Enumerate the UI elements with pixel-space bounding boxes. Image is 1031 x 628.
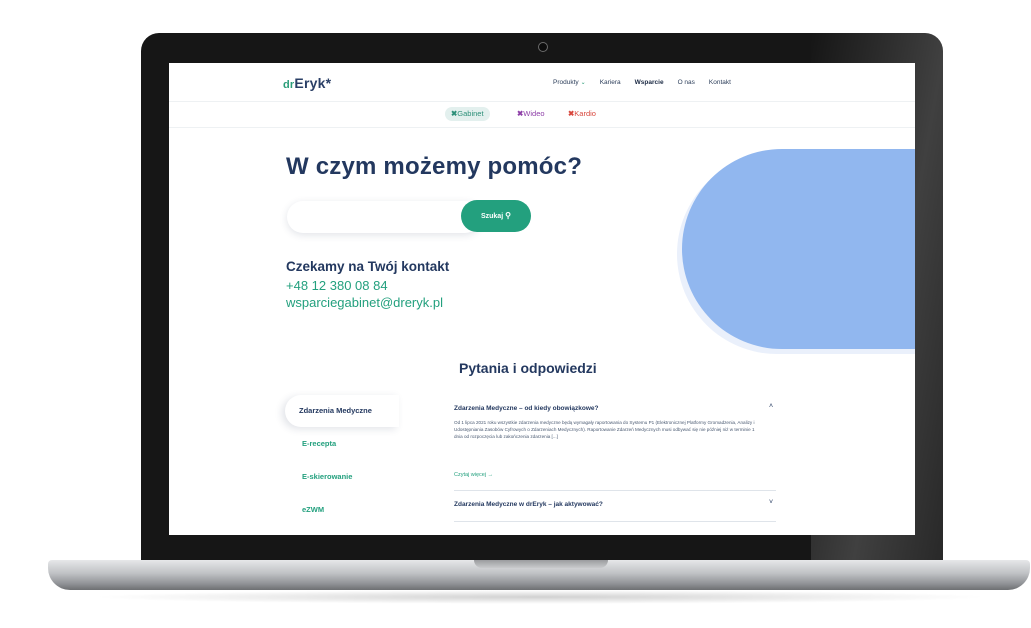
arrow-right-icon: →: [487, 472, 494, 478]
faq-divider: [454, 521, 776, 522]
laptop-notch: [474, 560, 608, 568]
product-gabinet[interactable]: ✖Gabinet: [445, 107, 490, 121]
product-kardio-label: Kardio: [574, 109, 596, 118]
main-nav: Produkty ⌄ Kariera Wsparcie O nas Kontakt: [553, 79, 731, 86]
product-wideo-label: Wideo: [523, 109, 545, 118]
nav-item-career[interactable]: Kariera: [600, 79, 621, 86]
search-input[interactable]: [287, 201, 481, 233]
faq-answer-1: Od 1 lipca 2021 roku wszystkie zdarzenia…: [454, 420, 755, 440]
nav-item-products-label: Produkty: [553, 79, 579, 86]
site-header: drEryk* Produkty ⌄ Kariera Wsparcie O nas…: [169, 63, 915, 102]
product-kardio[interactable]: ✖Kardio: [562, 107, 602, 121]
camera-icon: [538, 42, 548, 52]
stage: drEryk* Produkty ⌄ Kariera Wsparcie O nas…: [0, 0, 1031, 628]
contact-email[interactable]: wsparciegabinet@dreryk.pl: [286, 295, 443, 310]
tab-medical-events[interactable]: Zdarzenia Medyczne: [285, 395, 399, 427]
search-button[interactable]: Szukaj ⚲: [461, 200, 531, 232]
faq-title: Pytania i odpowiedzi: [459, 360, 597, 376]
contact-title: Czekamy na Twój kontakt: [286, 259, 450, 274]
faq-divider: [454, 490, 776, 491]
laptop-screen: drEryk* Produkty ⌄ Kariera Wsparcie O nas…: [169, 63, 915, 535]
faq-question-1[interactable]: Zdarzenia Medyczne – od kiedy obowiązkow…: [454, 405, 598, 412]
chevron-down-icon: ⌄: [580, 80, 586, 86]
page-title: W czym możemy pomóc?: [286, 153, 583, 180]
product-bar: ✖Gabinet ✖Wideo ✖Kardio: [169, 101, 915, 128]
nav-item-support[interactable]: Wsparcie: [635, 79, 664, 86]
chevron-down-icon[interactable]: ˅: [769, 499, 773, 506]
logo-prefix: dr: [283, 79, 295, 91]
tab-e-referral[interactable]: E-skierowanie: [302, 472, 352, 481]
chevron-up-icon[interactable]: ˄: [769, 403, 773, 410]
read-more-label: Czytaj więcej: [454, 472, 487, 478]
product-wideo[interactable]: ✖Wideo: [511, 107, 551, 121]
logo[interactable]: drEryk*: [283, 75, 331, 91]
search-button-label: Szukaj: [480, 213, 504, 220]
product-gabinet-label: Gabinet: [457, 109, 484, 118]
logo-main: Eryk*: [294, 75, 332, 91]
nav-item-products[interactable]: Produkty ⌄: [553, 79, 586, 86]
search-icon: ⚲: [505, 211, 512, 220]
tab-ezwm[interactable]: eZWM: [302, 505, 324, 514]
nav-item-contact[interactable]: Kontakt: [709, 79, 731, 86]
read-more-link[interactable]: Czytaj więcej →: [454, 472, 493, 478]
tab-e-prescription[interactable]: E-recepta: [302, 439, 336, 448]
faq-question-2[interactable]: Zdarzenia Medyczne w drEryk – jak aktywo…: [454, 501, 603, 508]
nav-item-about[interactable]: O nas: [678, 79, 695, 86]
decorative-blob: [682, 149, 915, 349]
laptop-shadow: [90, 590, 990, 604]
contact-phone[interactable]: +48 12 380 08 84: [286, 278, 388, 293]
